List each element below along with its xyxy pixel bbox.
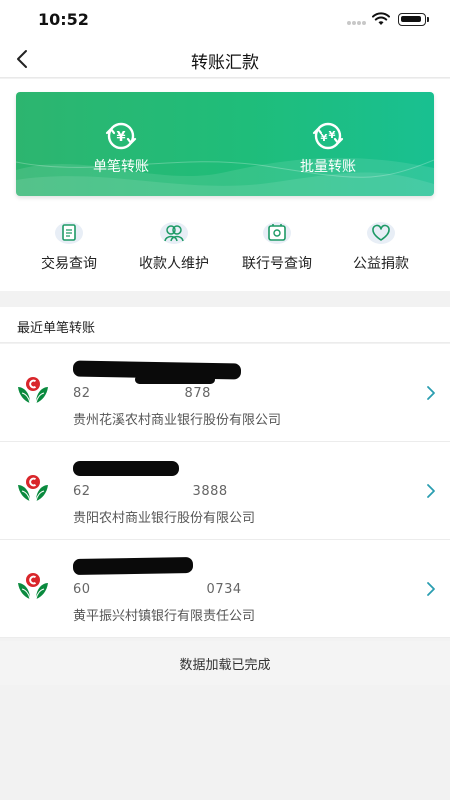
list-item[interactable]: 82 878 贵州花溪农村商业银行股份有限公司 bbox=[0, 344, 450, 442]
payee-account: 60 0734 bbox=[73, 582, 242, 597]
quick-action-label: 联行号查询 bbox=[242, 256, 312, 272]
quick-action-transaction-query[interactable]: 交易查询 bbox=[13, 221, 125, 273]
nav-bar: 转账汇款 bbox=[0, 40, 450, 78]
section-title: 最近单笔转账 bbox=[17, 321, 96, 336]
list-item[interactable]: 60 0734 黄平振兴村镇银行有限责任公司 bbox=[0, 540, 450, 638]
signal-icon bbox=[347, 21, 367, 26]
rural-bank-logo-icon bbox=[18, 377, 48, 404]
recent-payee-list: 82 878 贵州花溪农村商业银行股份有限公司 62 3888 贵阳农村商业银行股份… bbox=[0, 344, 450, 638]
redaction-mark bbox=[72, 556, 194, 576]
battery-icon bbox=[398, 13, 429, 26]
single-transfer-button[interactable]: ¥ 单笔转账 bbox=[61, 120, 181, 180]
quick-action-bank-number-query[interactable]: 联行号查询 bbox=[221, 221, 333, 273]
status-bar: 10:52 bbox=[0, 0, 450, 40]
status-time: 10:52 bbox=[38, 10, 89, 29]
single-transfer-label: 单笔转账 bbox=[93, 159, 149, 175]
contacts-icon bbox=[160, 222, 188, 244]
quick-actions: 交易查询 收款人维护 联行号查询 公益捐款 bbox=[0, 221, 450, 281]
chevron-right-icon bbox=[427, 484, 435, 498]
quick-action-charity-donation[interactable]: 公益捐款 bbox=[325, 221, 437, 273]
quick-action-label: 收款人维护 bbox=[139, 256, 209, 272]
wifi-icon bbox=[372, 12, 390, 25]
rural-bank-logo-icon bbox=[18, 475, 48, 502]
recent-transfers-header: 最近单笔转账 bbox=[0, 307, 450, 343]
page-title: 转账汇款 bbox=[191, 53, 259, 73]
yuan-exchange-icon: ¥ bbox=[105, 122, 137, 150]
batch-transfer-button[interactable]: ¥ ¥ 批量转账 bbox=[268, 120, 388, 180]
svg-text:¥: ¥ bbox=[321, 133, 328, 144]
document-icon bbox=[55, 222, 83, 244]
redaction-mark bbox=[73, 461, 179, 476]
transfer-banner: ¥ 单笔转账 ¥ ¥ 批量转账 bbox=[16, 92, 434, 196]
payee-account: 82 878 bbox=[73, 386, 211, 401]
svg-text:¥: ¥ bbox=[116, 130, 125, 145]
quick-action-label: 公益捐款 bbox=[353, 256, 409, 272]
payee-account: 62 3888 bbox=[73, 484, 228, 499]
load-status-text: 数据加载已完成 bbox=[0, 641, 450, 685]
redaction-mark bbox=[135, 375, 215, 384]
yuan-batch-exchange-icon: ¥ ¥ bbox=[312, 122, 344, 150]
quick-action-label: 交易查询 bbox=[41, 256, 97, 272]
payee-bank-name: 贵州花溪农村商业银行股份有限公司 bbox=[73, 413, 282, 428]
list-item[interactable]: 62 3888 贵阳农村商业银行股份有限公司 bbox=[0, 442, 450, 540]
chevron-right-icon bbox=[427, 386, 435, 400]
transfer-options-panel: ¥ 单笔转账 ¥ ¥ 批量转账 交易查询 收款人维护 联行号查询 公益捐款 bbox=[0, 79, 450, 291]
svg-text:¥: ¥ bbox=[329, 130, 336, 141]
bank-number-search-icon bbox=[263, 222, 291, 244]
payee-bank-name: 贵阳农村商业银行股份有限公司 bbox=[73, 511, 256, 526]
quick-action-payee-maintenance[interactable]: 收款人维护 bbox=[118, 221, 230, 273]
empty-area bbox=[0, 685, 450, 800]
payee-bank-name: 黄平振兴村镇银行有限责任公司 bbox=[73, 609, 256, 624]
heart-icon bbox=[367, 222, 395, 244]
rural-bank-logo-icon bbox=[18, 573, 48, 600]
batch-transfer-label: 批量转账 bbox=[300, 159, 356, 175]
chevron-right-icon bbox=[427, 582, 435, 596]
